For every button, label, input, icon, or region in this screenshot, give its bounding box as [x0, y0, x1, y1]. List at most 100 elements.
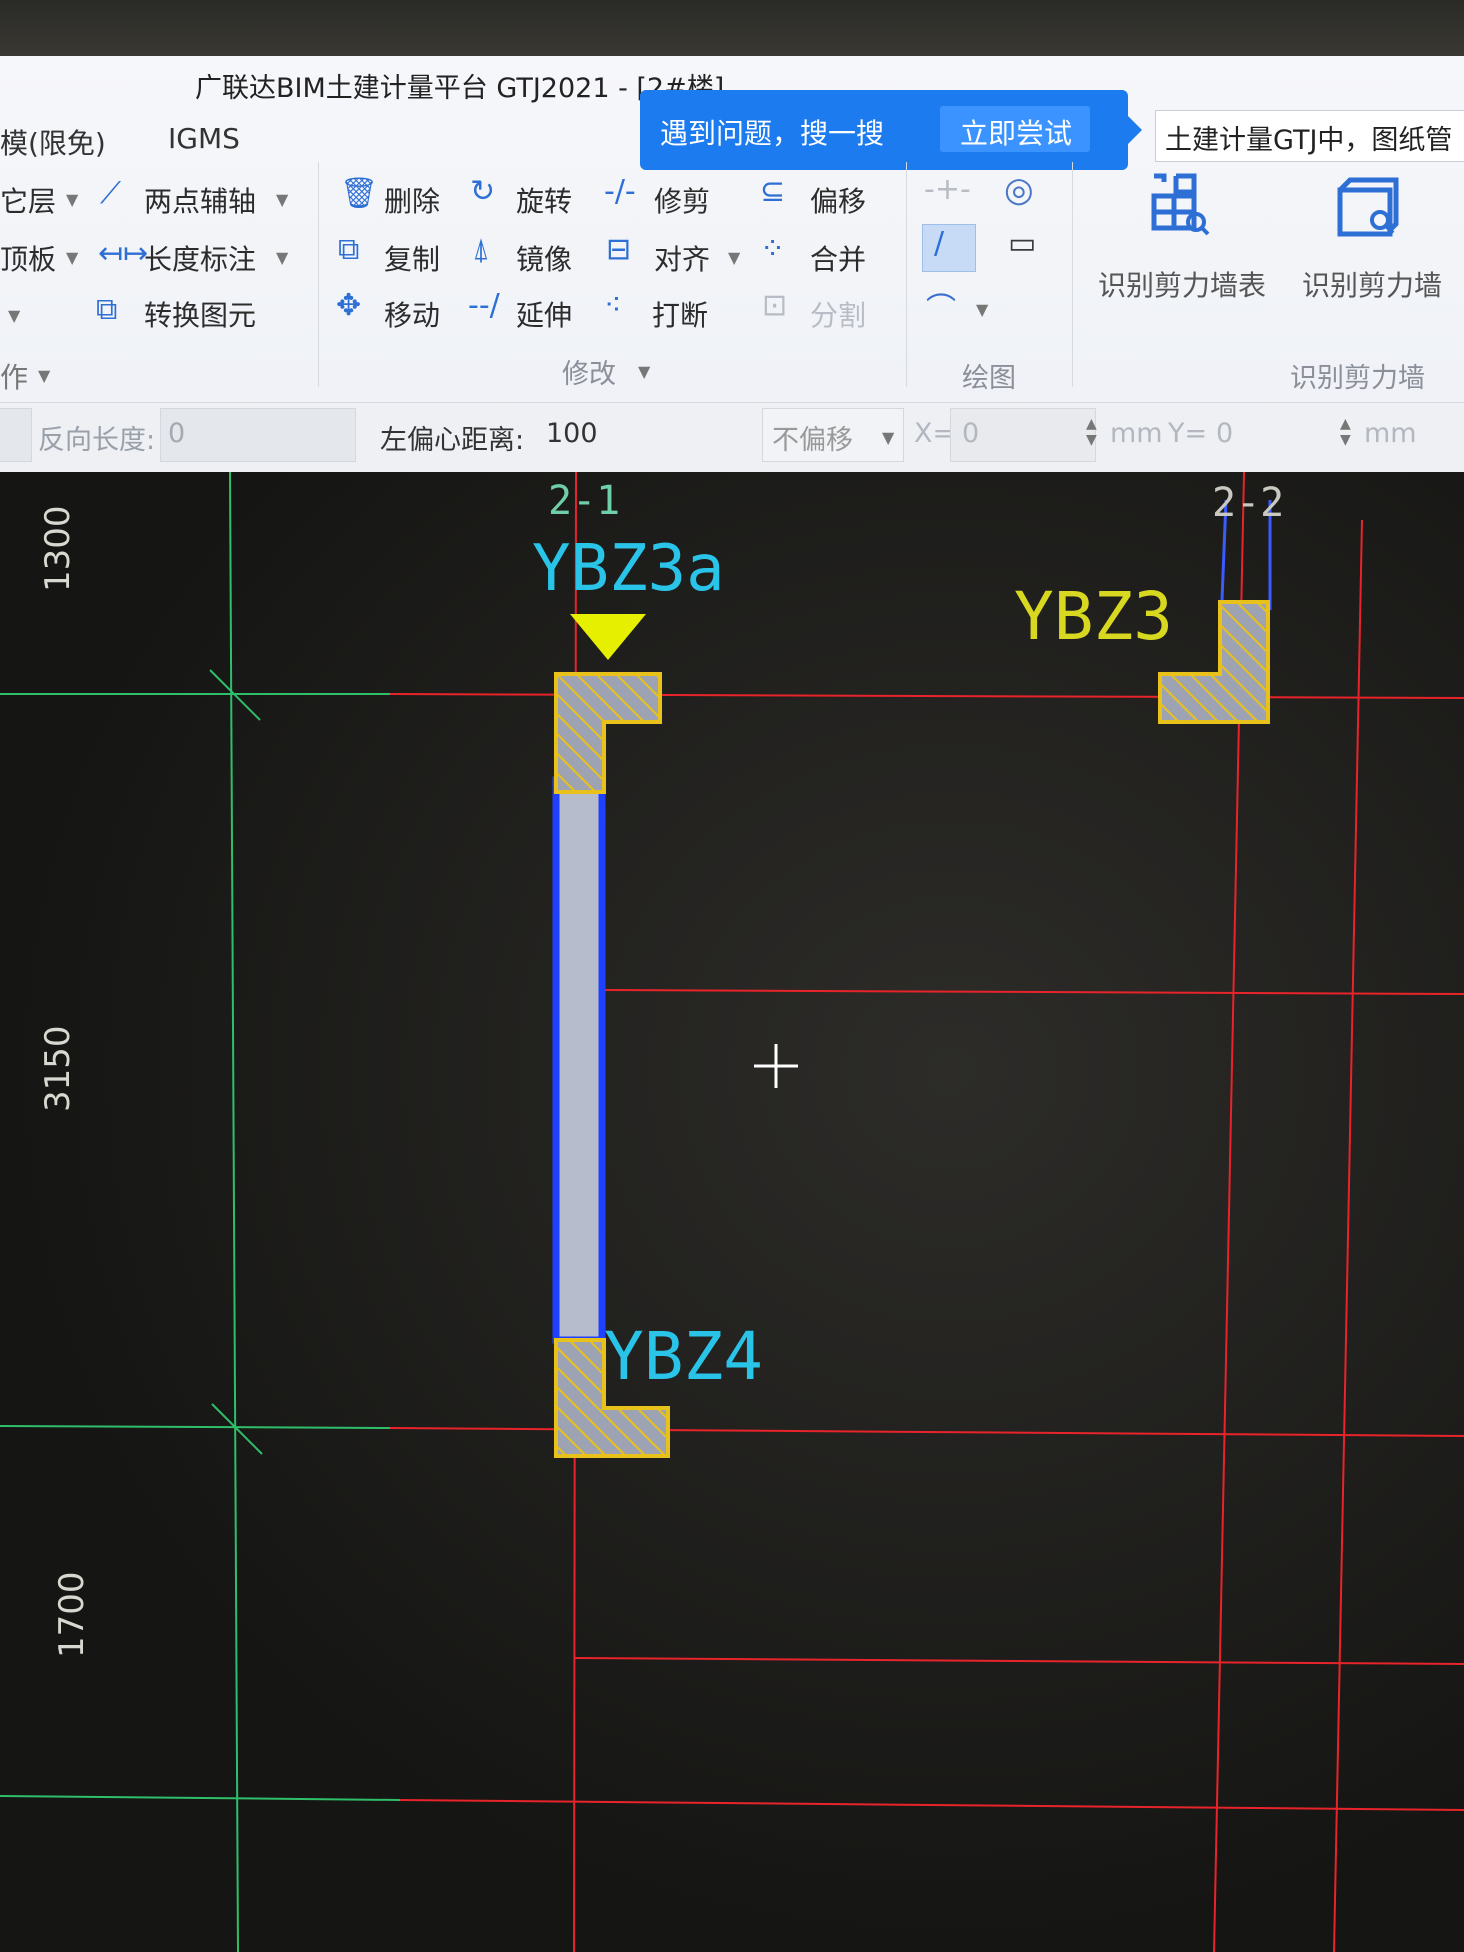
recognize-wall-table-icon[interactable]: [1148, 172, 1212, 236]
rectangle-draw-icon[interactable]: ▭: [1008, 226, 1036, 261]
copy-icon: ⧉: [338, 232, 360, 267]
trim-icon: -/-: [604, 174, 636, 209]
x-label: X=: [914, 418, 956, 449]
chevron-down-icon[interactable]: ▼: [276, 248, 288, 267]
recognize-group-label: 识别剪力墙: [1290, 363, 1425, 394]
chevron-down-icon[interactable]: ▼: [638, 362, 650, 381]
reverse-length-label: 反向长度:: [38, 425, 156, 456]
convert-element-icon: ⧉: [96, 292, 118, 327]
help-search-value: 土建计量GTJ中，图纸管: [1165, 125, 1453, 156]
split-icon: ⊡: [762, 288, 788, 323]
chevron-down-icon[interactable]: ▼: [976, 300, 988, 319]
grid-line-red: [573, 1657, 1464, 1665]
chevron-down-icon[interactable]: ▼: [66, 248, 78, 267]
selection-marker: [570, 614, 646, 660]
search-tip-text: 遇到问题，搜一搜: [660, 117, 885, 150]
trim-button[interactable]: 修剪: [654, 180, 710, 220]
label-ybz3a: YBZ3a: [532, 532, 725, 606]
delete-button[interactable]: 删除: [384, 180, 440, 220]
recognize-wall-button[interactable]: 识别剪力墙: [1302, 264, 1442, 304]
grid-line-red: [599, 989, 1464, 995]
prop-field[interactable]: [0, 408, 32, 462]
left-offset-value[interactable]: 100: [546, 418, 598, 449]
length-dimension-button[interactable]: 长度标注: [144, 238, 256, 278]
chevron-down-icon[interactable]: ▼: [882, 428, 894, 447]
split-button[interactable]: 分割: [810, 294, 866, 334]
two-point-axis-icon: ⟋: [100, 176, 121, 211]
tab-igms[interactable]: IGMS: [168, 122, 240, 155]
reverse-length-value: 0: [168, 418, 186, 449]
chevron-down-icon[interactable]: ▼: [8, 306, 20, 325]
recognize-wall-table-button[interactable]: 识别剪力墙表: [1098, 264, 1266, 304]
delete-icon: 🗑: [340, 176, 379, 211]
column-ybz3: [1158, 600, 1270, 724]
recognize-wall-icon[interactable]: [1336, 176, 1400, 240]
extend-button[interactable]: 延伸: [516, 294, 572, 334]
break-button[interactable]: 打断: [652, 294, 708, 334]
mirror-icon: ⍋: [472, 232, 490, 267]
move-button[interactable]: 移动: [384, 294, 440, 334]
axis-label-2-2: 2-2: [1212, 480, 1285, 526]
point-icon[interactable]: -+-: [924, 172, 971, 207]
modify-group-label: 修改: [562, 359, 616, 390]
left-offset-label: 左偏心距离:: [380, 425, 525, 456]
column-ybz3a: [554, 672, 662, 794]
rotate-button[interactable]: 旋转: [516, 180, 572, 220]
tick-mark: [211, 1403, 263, 1455]
offset-mode-value: 不偏移: [772, 425, 853, 456]
left-group-label: 作: [0, 361, 29, 394]
label-ybz4: YBZ4: [604, 1318, 763, 1395]
copy-button[interactable]: 复制: [384, 238, 440, 278]
line-draw-icon: /: [934, 226, 945, 261]
grid-line-red: [389, 1427, 1464, 1437]
offset-button[interactable]: 偏移: [810, 180, 866, 220]
merge-button[interactable]: 合并: [810, 238, 866, 278]
label-ybz3: YBZ3: [1014, 578, 1173, 655]
axis-label-2-1: 2-1: [548, 478, 621, 524]
dimension-1300: 1300: [38, 505, 78, 592]
chevron-down-icon[interactable]: ▼: [38, 366, 50, 385]
other-layer-button[interactable]: 它层: [0, 180, 56, 220]
extend-icon: --/: [468, 288, 500, 323]
dimension-3150: 3150: [38, 1025, 78, 1112]
try-now-label: 立即尝试: [960, 117, 1073, 150]
align-icon: ⊟: [606, 232, 632, 267]
chevron-down-icon[interactable]: ▼: [276, 190, 288, 209]
cad-canvas[interactable]: 1300 3150 1700 2-1 2-2 YBZ3a YBZ3 YBZ4: [0, 472, 1464, 1952]
top-slab-button[interactable]: 顶板: [0, 238, 56, 278]
reverse-length-input[interactable]: [160, 408, 356, 462]
grid-line-red: [399, 1799, 1464, 1811]
y-label: Y=: [1168, 418, 1208, 449]
mirror-button[interactable]: 镜像: [516, 238, 572, 278]
merge-icon: ⁘: [760, 232, 786, 267]
arc-draw-icon[interactable]: ⌒: [926, 284, 956, 328]
circle-draw-icon[interactable]: ◎: [1004, 170, 1034, 210]
convert-element-button[interactable]: 转换图元: [144, 294, 256, 334]
dimension-1700: 1700: [52, 1571, 92, 1658]
y-value: 0: [1216, 418, 1234, 449]
align-button[interactable]: 对齐: [654, 238, 710, 278]
length-dimension-icon: ↤↦: [98, 236, 149, 271]
wall-selected: [552, 776, 606, 1344]
x-value: 0: [962, 418, 980, 449]
grid-line-red: [1333, 519, 1363, 1952]
two-point-axis-button[interactable]: 两点辅轴: [144, 180, 256, 220]
line-draw-button[interactable]: [922, 224, 976, 272]
spinner-icon[interactable]: ▲ ▼: [1340, 416, 1351, 448]
x-unit: mm: [1110, 418, 1163, 449]
monitor-bezel: [0, 0, 1464, 60]
chevron-down-icon[interactable]: ▼: [66, 190, 78, 209]
draw-group-label: 绘图: [962, 363, 1016, 394]
ribbon-separator: [906, 162, 907, 387]
y-unit: mm: [1364, 418, 1417, 449]
grid-line-green: [0, 1425, 391, 1429]
spinner-icon[interactable]: ▲ ▼: [1086, 416, 1097, 448]
cad-drawing: [0, 472, 1464, 1952]
ribbon-separator: [1072, 162, 1073, 387]
grid-line-red: [389, 693, 1464, 699]
chevron-down-icon[interactable]: ▼: [728, 248, 740, 267]
break-icon: ⁖: [604, 288, 622, 323]
rotate-icon: ↻: [470, 174, 496, 209]
tab-modeling[interactable]: 模(限免): [0, 122, 106, 162]
offset-icon: ⊆: [760, 174, 786, 209]
